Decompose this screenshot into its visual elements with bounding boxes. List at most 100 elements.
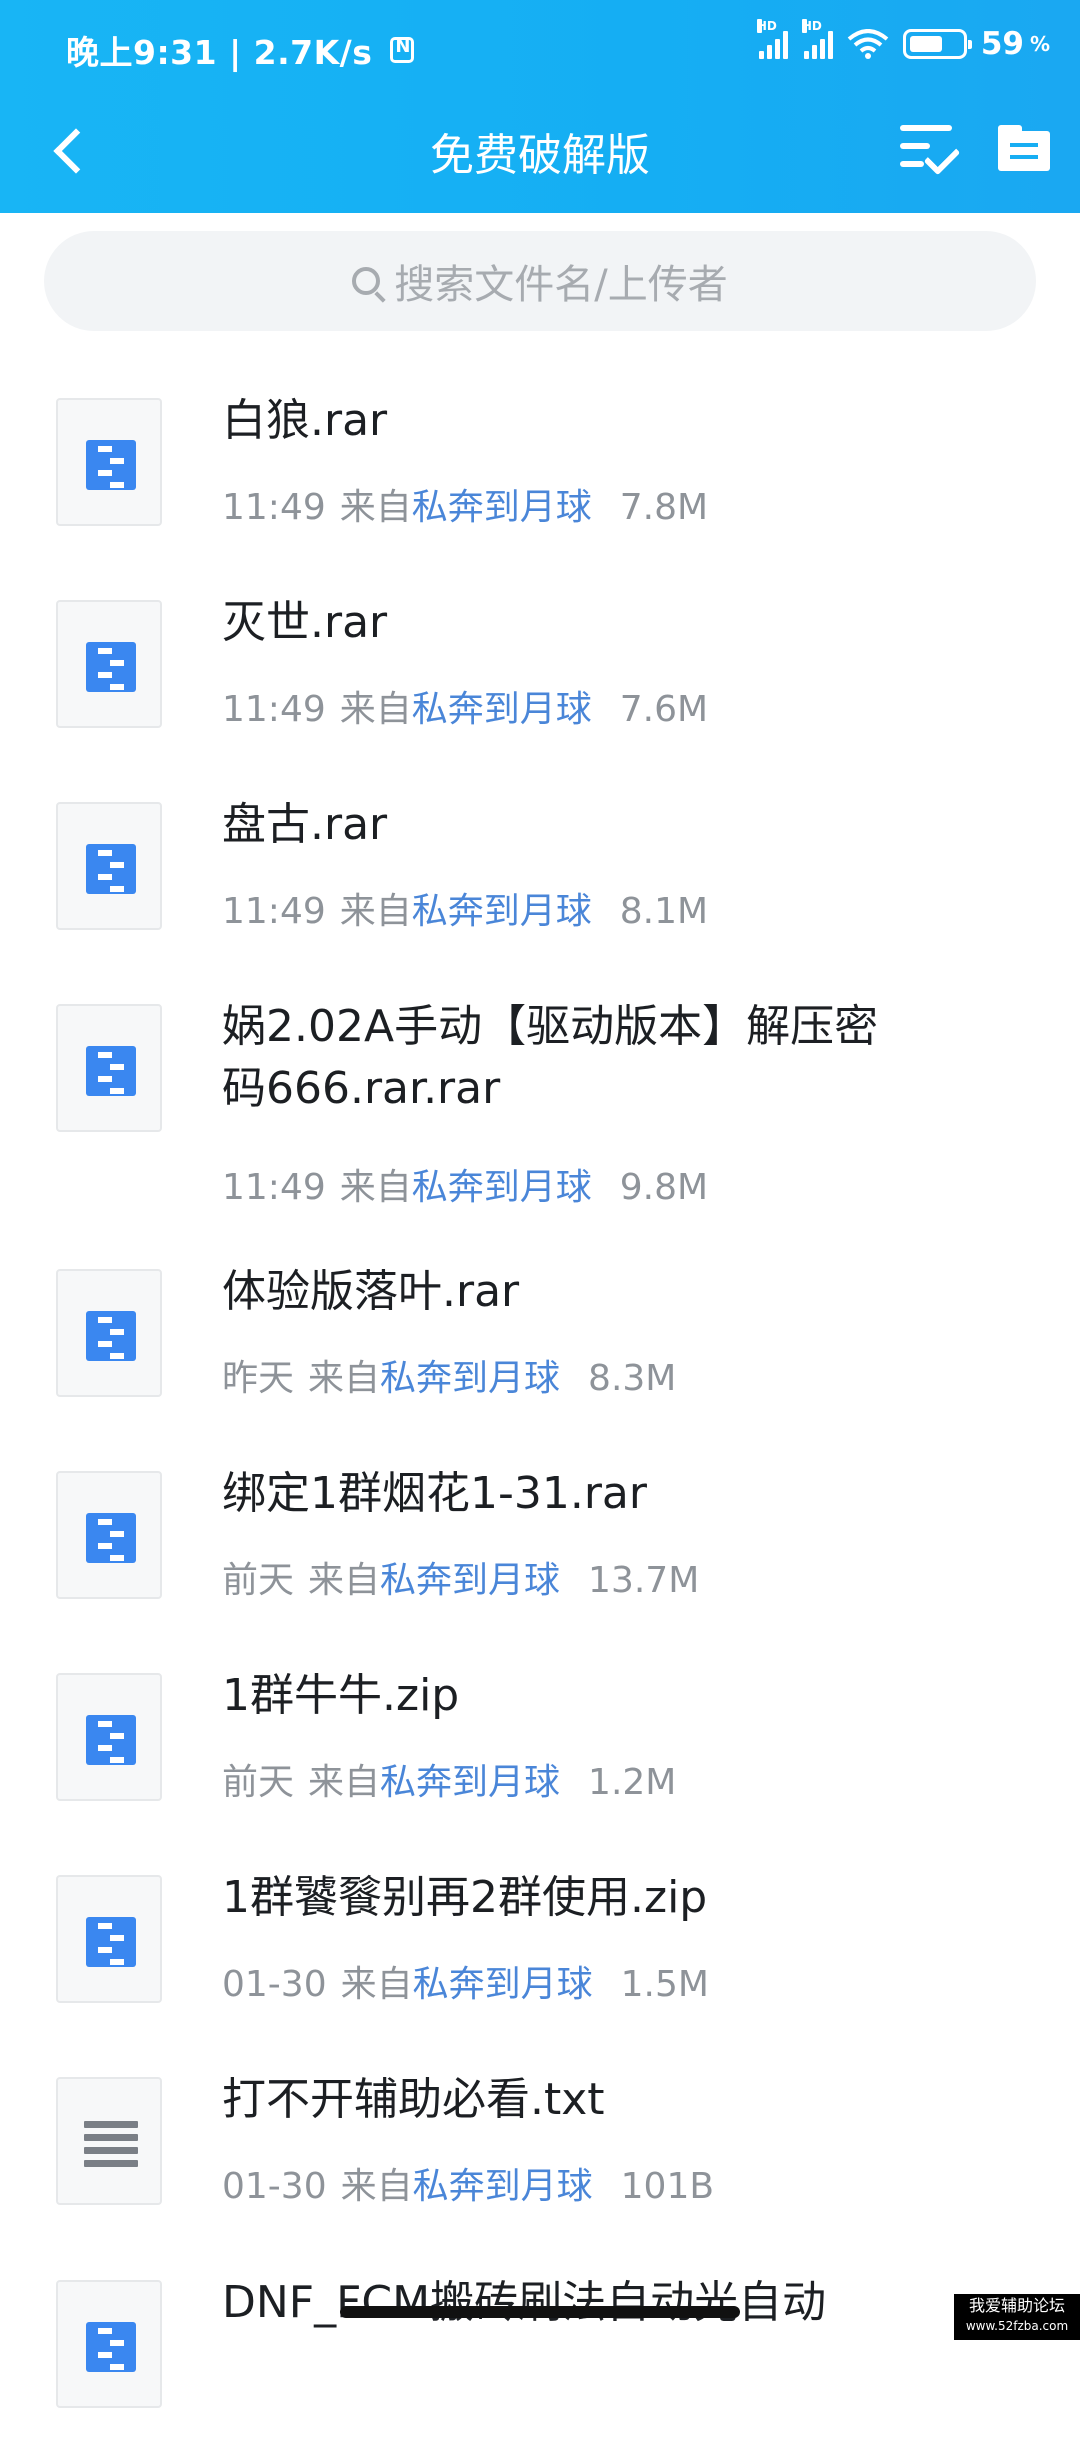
archive-file-icon (86, 1046, 136, 1096)
file-time: 01-30 (222, 2166, 327, 2207)
file-meta: 昨天来自私奔到月球 8.3M (222, 1349, 690, 1401)
signal-icon-2: HD (802, 29, 833, 59)
nav-bar: 免费破解版 (0, 95, 1080, 213)
file-meta: 前天来自私奔到月球 13.7M (222, 1551, 713, 1603)
watermark: 我爱辅助论坛 www.52fzba.com (954, 2294, 1080, 2340)
file-time: 11:49 (222, 891, 326, 932)
file-time: 昨天 (222, 1358, 294, 1399)
file-uploader: 来自私奔到月球 (341, 2166, 607, 2207)
archive-file-icon (86, 2322, 136, 2372)
file-item[interactable]: 绑定1群烟花1-31.rar 前天来自私奔到月球 13.7M (0, 1435, 1080, 1635)
uploader-link[interactable]: 私奔到月球 (412, 487, 592, 528)
uploader-link[interactable]: 私奔到月球 (412, 1167, 592, 1208)
file-size: 101B (621, 2166, 714, 2207)
file-uploader: 来自私奔到月球 (340, 689, 606, 730)
multi-select-button[interactable] (894, 115, 960, 181)
file-thumbnail (56, 802, 162, 930)
uploader-link[interactable]: 私奔到月球 (413, 1964, 593, 2005)
file-time: 11:49 (222, 689, 326, 730)
file-thumbnail (56, 1471, 162, 1599)
list-check-icon (900, 125, 952, 131)
file-name: 绑定1群烟花1-31.rar (222, 1463, 922, 1525)
file-thumbnail (56, 398, 162, 526)
file-name: 盘古.rar (222, 794, 922, 856)
file-size: 1.5M (621, 1964, 709, 2005)
file-item[interactable]: 盘古.rar 11:49 来自私奔到月球 8.1M (0, 766, 1080, 966)
file-meta: 11:49 来自私奔到月球 7.6M (222, 680, 722, 732)
archive-file-icon (86, 844, 136, 894)
file-name: 体验版落叶.rar (222, 1261, 922, 1323)
archive-file-icon (86, 440, 136, 490)
file-size: 1.2M (588, 1762, 676, 1803)
file-uploader: 来自私奔到月球 (340, 487, 606, 528)
file-size: 7.6M (620, 689, 708, 730)
file-time: 前天 (222, 1560, 294, 1601)
file-size: 9.8M (620, 1167, 708, 1208)
file-item[interactable]: 娲2.02A手动【驱动版本】解压密码666.rar.rar 11:49 来自私奔到月… (0, 968, 1080, 1228)
file-thumbnail (56, 1004, 162, 1132)
from-label: 来自 (341, 2166, 413, 2207)
battery-icon (903, 29, 967, 59)
file-time: 前天 (222, 1762, 294, 1803)
search-icon (352, 267, 380, 295)
file-size: 8.3M (588, 1358, 676, 1399)
from-label: 来自 (340, 487, 412, 528)
file-name: 灭世.rar (222, 592, 922, 654)
archive-file-icon (86, 1311, 136, 1361)
file-item[interactable]: 灭世.rar 11:49 来自私奔到月球 7.6M (0, 564, 1080, 764)
folder-icon (998, 131, 1050, 171)
from-label: 来自 (340, 891, 412, 932)
from-label: 来自 (341, 1964, 413, 2005)
file-item[interactable]: 白狼.rar11:49来自私奔到月球7.8M (0, 362, 1080, 562)
file-uploader: 来自私奔到月球 (308, 1358, 574, 1399)
uploader-link[interactable]: 私奔到月球 (413, 2166, 593, 2207)
uploader-link[interactable]: 私奔到月球 (380, 1560, 560, 1601)
file-name: 1群饕餮别再2群使用.zip (222, 1867, 922, 1929)
file-meta: 01-30 来自私奔到月球 101B (222, 2157, 728, 2209)
uploader-link[interactable]: 私奔到月球 (412, 891, 592, 932)
archive-file-icon (86, 1715, 136, 1765)
file-size: 8.1M (620, 891, 708, 932)
file-item[interactable]: 1群牛牛.zip 前天来自私奔到月球 1.2M (0, 1637, 1080, 1837)
wifi-icon (847, 29, 889, 59)
file-time: 01-30 (222, 1964, 327, 2005)
file-thumbnail (56, 1269, 162, 1397)
file-thumbnail (56, 2077, 162, 2205)
uploader-link[interactable]: 私奔到月球 (380, 1762, 560, 1803)
signal-icon: HD (757, 29, 788, 59)
search-input[interactable]: 搜索文件名/上传者 (44, 231, 1036, 331)
file-size: 13.7M (588, 1560, 699, 1601)
file-item[interactable]: 打不开辅助必看.txt01-30来自私奔到月球101B (0, 2041, 1080, 2241)
home-indicator[interactable] (340, 2306, 740, 2318)
uploader-link[interactable]: 私奔到月球 (412, 689, 592, 730)
app-header: 晚上9:31 | 2.7K/s HD HD 59 % (0, 0, 1080, 213)
file-uploader: 来自私奔到月球 (341, 1964, 607, 2005)
from-label: 来自 (308, 1762, 380, 1803)
file-uploader: 来自私奔到月球 (340, 891, 606, 932)
status-bar: 晚上9:31 | 2.7K/s HD HD 59 % (0, 0, 1080, 95)
archive-file-icon (86, 1917, 136, 1967)
from-label: 来自 (340, 1167, 412, 1208)
status-left: 晚上9:31 | 2.7K/s (66, 26, 414, 74)
archive-file-icon (86, 642, 136, 692)
file-time: 11:49 (222, 1167, 326, 1208)
signal-hd-label: HD (757, 19, 762, 33)
file-name: 娲2.02A手动【驱动版本】解压密码666.rar.rar (222, 996, 912, 1120)
file-name: 1群牛牛.zip (222, 1665, 922, 1727)
battery-percent: 59 (981, 26, 1024, 62)
file-meta: 11:49 来自私奔到月球 8.1M (222, 882, 722, 934)
nfc-icon (390, 37, 414, 63)
archive-file-icon (86, 1513, 136, 1563)
transfer-folder-button[interactable] (996, 119, 1052, 175)
signal-hd-label-2: HD (802, 19, 807, 33)
from-label: 来自 (308, 1560, 380, 1601)
file-item[interactable]: DNF_FCM搬砖刷法自动光自动 (0, 2244, 1080, 2444)
status-right: HD HD 59 % (757, 26, 1050, 62)
file-item[interactable]: 1群饕餮别再2群使用.zip 01-30 来自私奔到月球 1.5M (0, 1839, 1080, 2039)
from-label: 来自 (340, 689, 412, 730)
watermark-title: 我爱辅助论坛 (954, 2296, 1080, 2316)
file-uploader: 来自私奔到月球 (308, 1560, 574, 1601)
uploader-link[interactable]: 私奔到月球 (380, 1358, 560, 1399)
file-item[interactable]: 体验版落叶.rar 昨天来自私奔到月球 8.3M (0, 1233, 1080, 1433)
file-uploader: 来自私奔到月球 (340, 1167, 606, 1208)
